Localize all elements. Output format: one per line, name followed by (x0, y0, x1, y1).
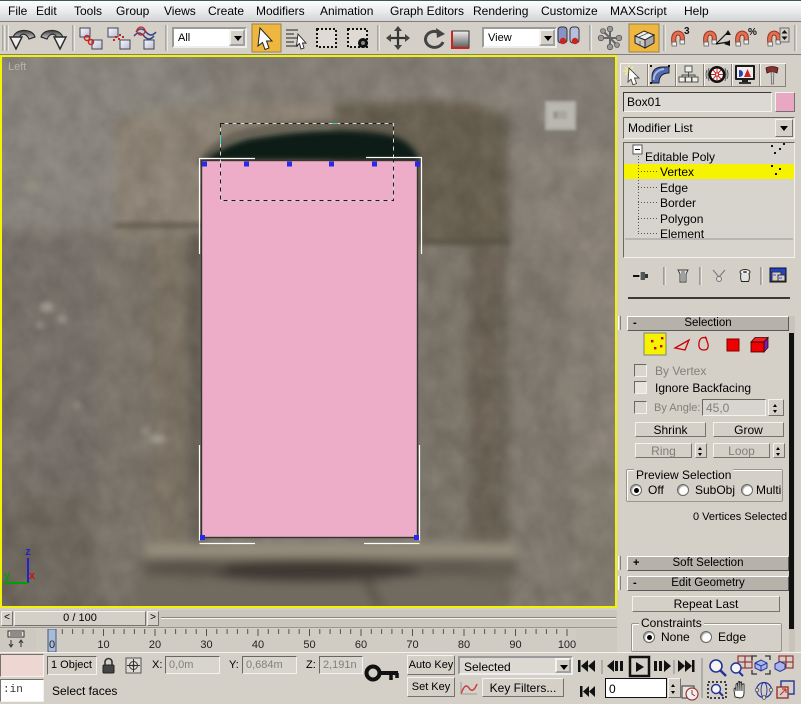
svg-text:3: 3 (684, 26, 690, 37)
svg-text:20: 20 (149, 639, 161, 651)
svg-text:100: 100 (558, 639, 576, 651)
svg-text:30: 30 (200, 639, 212, 651)
svg-text:70: 70 (406, 639, 418, 651)
svg-text:90: 90 (509, 639, 521, 651)
svg-text:0: 0 (49, 639, 55, 651)
svg-text:80: 80 (458, 639, 470, 651)
svg-text:50: 50 (303, 639, 315, 651)
svg-text:10: 10 (97, 639, 109, 651)
svg-text:y: y (4, 570, 11, 582)
svg-text:x: x (29, 570, 36, 582)
svg-text:60: 60 (355, 639, 367, 651)
svg-text:%: % (748, 27, 757, 38)
svg-text:z: z (25, 546, 31, 558)
svg-text:40: 40 (252, 639, 264, 651)
